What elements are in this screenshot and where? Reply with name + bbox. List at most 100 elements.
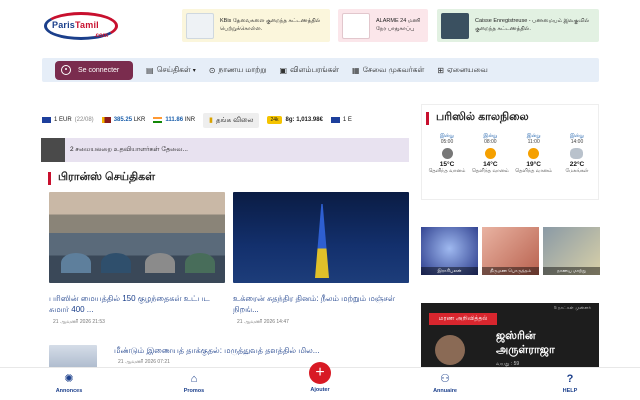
weather-desc: தெளிந்த வானம்: [471, 168, 509, 174]
logo-suffix: .com: [94, 33, 109, 39]
weather-heading: பரிஸில் காலநிலை: [426, 111, 529, 125]
ad-banner-kbis[interactable]: KBis தேவைகளை குறைந்த கட்டணத்தில் பெற்றுக…: [182, 9, 330, 42]
obituary-name-line1: ஜஸ்ரின்: [496, 330, 536, 342]
bottom-nav-help[interactable]: ? HELP: [540, 372, 600, 394]
article-date-1: 21 ஆவணி 2026 21:53: [53, 319, 105, 325]
article-title-3[interactable]: மீண்டும் இணையத் தாக்குதல்: மருத்துவத் தள…: [114, 345, 409, 356]
site-logo[interactable]: ParisTamil .com: [44, 8, 122, 44]
logo-brand: ParisTamil: [52, 20, 99, 30]
ticker-eur-repeat: 1 E: [330, 117, 352, 123]
weather-desc: தெளிந்த வானம்: [515, 168, 553, 174]
weather-time: 11:00: [527, 139, 540, 145]
document-icon: [186, 12, 214, 39]
nav-item-label: நாணய மாற்று: [218, 65, 267, 74]
ticker-value: 111.86: [165, 117, 184, 123]
nav-item-currency[interactable]: ⊙ நாணய மாற்று: [209, 65, 267, 75]
ads-icon: ▣: [279, 65, 288, 75]
ticker-lkr: 385.25 LKR: [101, 117, 146, 123]
news-icon: ▤: [146, 65, 154, 75]
weather-time: 05:00: [440, 139, 454, 145]
moon-icon: [441, 148, 453, 159]
alert-text: 2 சமையலறை உதவியாளர்கள் தேவை...: [70, 146, 188, 153]
register-icon: [441, 12, 469, 39]
bottom-nav-label: Promos: [183, 388, 205, 394]
sun-icon: [484, 148, 496, 159]
weather-time: 14:00: [570, 139, 584, 145]
eiffel-tower-shape: [315, 204, 329, 278]
tile-label: நாணய மாற்று: [543, 267, 600, 275]
weather-forecast: இன்று 05:00 15°C தெளிந்த வானம் இன்று 08:…: [426, 133, 598, 174]
heading-accent: [48, 171, 51, 185]
login-label: Se connecter: [78, 66, 120, 74]
weather-column: இன்று 14:00 22°C மேகங்கள்: [556, 133, 598, 174]
bottom-nav-label: Ajouter: [310, 387, 330, 393]
cloud-icon: [570, 148, 584, 159]
tag-icon: ⌂: [190, 373, 198, 385]
article-date-3: 21 ஆவணி 2026 07:21: [118, 359, 170, 365]
weather-desc: மேகங்கள்: [565, 168, 589, 174]
france-news-heading: பிரான்ஸ் செய்திகள்: [48, 171, 155, 185]
ticker-value: 385.25: [113, 117, 133, 123]
ticker-unit: INR: [184, 117, 196, 123]
tile-horoscope[interactable]: இராசிபலன்: [421, 227, 478, 275]
weather-widget: பரிஸில் காலநிலை இன்று 05:00 15°C தெளிந்த…: [421, 104, 599, 200]
heading-text: பரிஸில் காலநிலை: [436, 111, 529, 123]
gold-label: தங்க விலை: [215, 116, 254, 124]
eu-flag-icon: [42, 117, 51, 123]
tent-shape: [101, 253, 131, 273]
gold-value: 8g: 1,013.98€: [285, 117, 323, 123]
ticker-inr: 111.86 INR: [153, 117, 195, 123]
ticker-eur: 1 EUR (22/08): [42, 117, 94, 123]
ad-text: ALARME 24 மணி நேர பாதுகாப்பு: [376, 18, 421, 32]
page: ParisTamil .com KBis தேவைகளை குறைந்த கட்…: [0, 0, 640, 400]
nav-item-label: ஏனையவை: [446, 65, 488, 74]
currency-ticker: 1 EUR (22/08) 385.25 LKR 111.86 INR ▮ தங…: [42, 111, 410, 129]
nav-item-services[interactable]: ▦ சேவை முகவர்கள்: [352, 65, 424, 75]
nav-item-label: செய்திகள்: [156, 65, 191, 74]
tile-label: இராசிபலன்: [421, 267, 478, 275]
megaphone-icon: ✺: [64, 373, 74, 385]
sun-icon: [528, 148, 540, 159]
obituary-ago: 5 நாட்கள் முன்னர்: [554, 305, 591, 310]
heading-text: பிரான்ஸ் செய்திகள்: [58, 171, 156, 183]
tile-marriage-match[interactable]: திருமண பொருத்தம்: [482, 227, 539, 275]
weather-column: இன்று 11:00 19°C தெளிந்த வானம்: [513, 133, 555, 174]
obituary-card[interactable]: 5 நாட்கள் முன்னர் மரண அறிவித்தல் ஜஸ்ரின்…: [421, 303, 599, 375]
nav-item-more[interactable]: ⊞ ஏனையவை: [437, 65, 488, 75]
eu-flag-icon: [330, 117, 340, 123]
ticker-tail: 1 E: [342, 117, 352, 123]
nav-item-news[interactable]: ▤ செய்திகள் ▾: [146, 65, 196, 75]
bottom-nav-annonces[interactable]: ✺ Annonces: [39, 372, 99, 394]
bottom-nav-ajouter-label[interactable]: Ajouter: [290, 387, 350, 393]
bottom-nav-label: HELP: [562, 388, 578, 394]
add-button[interactable]: +: [309, 362, 331, 384]
article-title-1[interactable]: பரிஸின் மையத்தில் 150 குழந்தைகள் உட்பட ச…: [49, 293, 225, 315]
obituary-name: ஜஸ்ரின் அருள்ராஜா: [496, 329, 555, 357]
ticker-unit: LKR: [133, 117, 146, 123]
login-button[interactable]: Se connecter: [55, 60, 133, 80]
ticker-label: 1 EUR: [54, 117, 72, 123]
nav-item-ads[interactable]: ▣ விளம்பரங்கள்: [280, 65, 340, 75]
article-image-1[interactable]: [49, 192, 225, 283]
article-image-2[interactable]: [233, 192, 409, 283]
gold-badge: 24k: [267, 116, 282, 124]
main-nav: Se connecter ▤ செய்திகள் ▾ ⊙ நாணய மாற்று…: [42, 58, 599, 82]
people-icon: ⚇: [440, 373, 450, 385]
article-date-2: 21 ஆவணி 2026 14:47: [237, 319, 289, 325]
weather-time: 08:00: [484, 139, 497, 145]
bottom-nav-promos[interactable]: ⌂ Promos: [164, 372, 224, 394]
alarm-icon: [342, 12, 370, 39]
tile-currency[interactable]: நாணய மாற்று: [543, 227, 600, 275]
bottom-nav-annuaire[interactable]: ⚇ Annuaire: [415, 372, 475, 394]
nav-item-label: விளம்பரங்கள்: [290, 65, 340, 74]
ad-text: Caisse Enregistreuse - பணமையம் இலகுவில் …: [475, 18, 590, 32]
article-title-2[interactable]: உக்ரைன் சுதந்திர தினம்: நீலம் மற்றும் மஞ…: [233, 293, 409, 315]
obituary-tag: மரண அறிவித்தல்: [429, 313, 497, 325]
gold-price-button[interactable]: ▮ தங்க விலை: [203, 112, 260, 128]
ad-banner-caisse[interactable]: Caisse Enregistreuse - பணமையம் இலகுவில் …: [437, 9, 599, 42]
ticker-note: (22/08): [74, 117, 94, 123]
ad-banner-alarme[interactable]: ALARME 24 மணி நேர பாதுகாப்பு: [338, 9, 428, 42]
obituary-name-line2: அருள்ராஜா: [496, 344, 555, 356]
job-alert[interactable]: 2 சமையலறை உதவியாளர்கள் தேவை...: [41, 138, 409, 162]
alert-thumbnail: [41, 138, 65, 162]
